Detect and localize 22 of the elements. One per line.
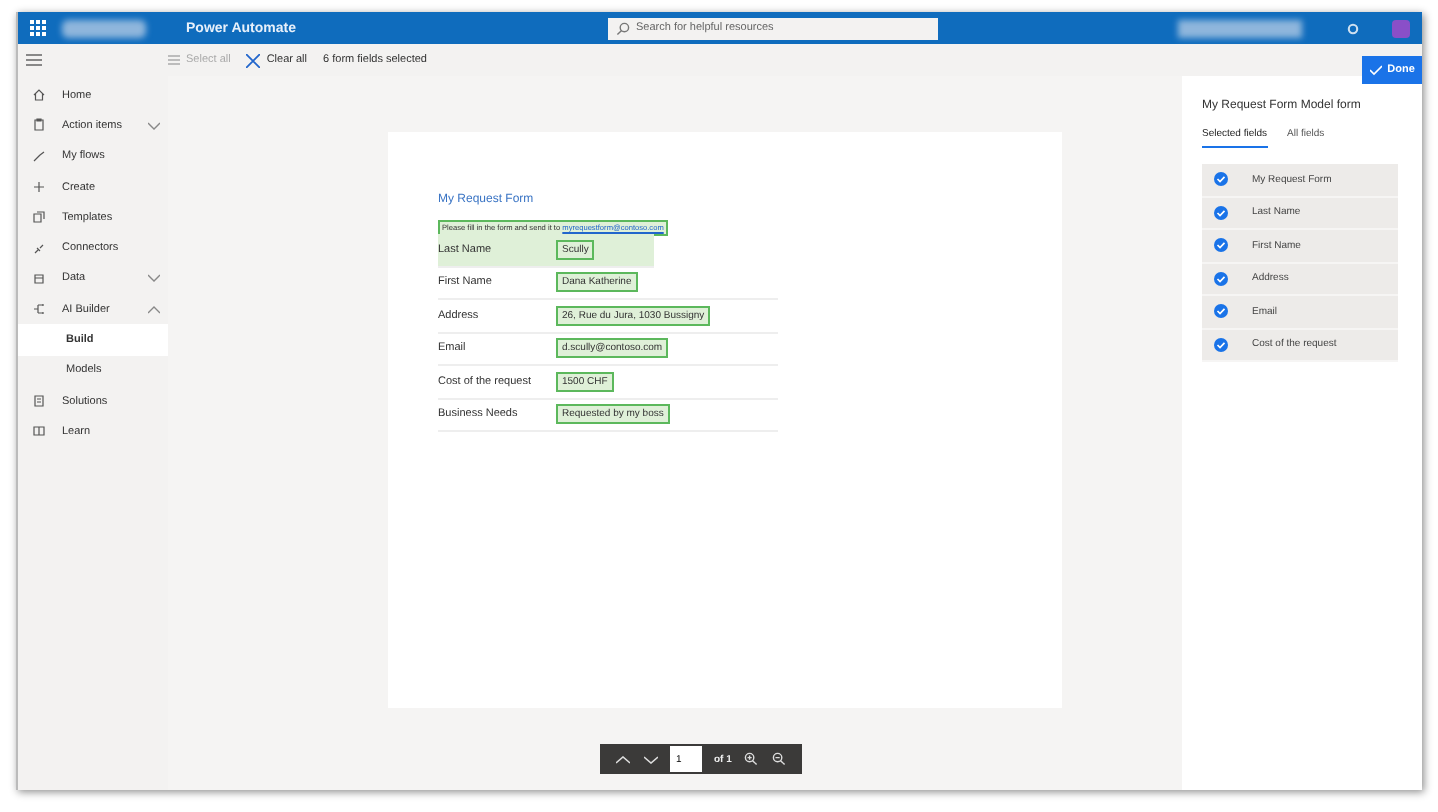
checkbox[interactable] — [1214, 337, 1228, 352]
checkbox[interactable] — [1214, 172, 1228, 187]
close-icon — [246, 53, 261, 67]
branch-icon — [32, 302, 46, 317]
book-icon — [32, 424, 46, 439]
document-icon — [32, 394, 46, 409]
settings-icon[interactable] — [1346, 21, 1360, 35]
house-icon — [32, 88, 46, 103]
templates-icon — [32, 210, 46, 225]
checkmark-icon — [1369, 64, 1382, 76]
checkbox[interactable] — [1214, 271, 1228, 286]
plug-icon — [32, 241, 46, 256]
app-launcher-icon[interactable] — [30, 20, 50, 36]
checkbox[interactable] — [1214, 304, 1228, 319]
checkbox[interactable] — [1214, 238, 1228, 253]
blurred-area — [62, 19, 146, 37]
checkbox[interactable] — [1214, 205, 1228, 220]
clipboard-icon — [32, 118, 46, 133]
list-icon — [168, 54, 180, 66]
plus-icon — [32, 180, 46, 195]
database-icon — [32, 271, 46, 286]
blurred-area — [1178, 19, 1302, 37]
